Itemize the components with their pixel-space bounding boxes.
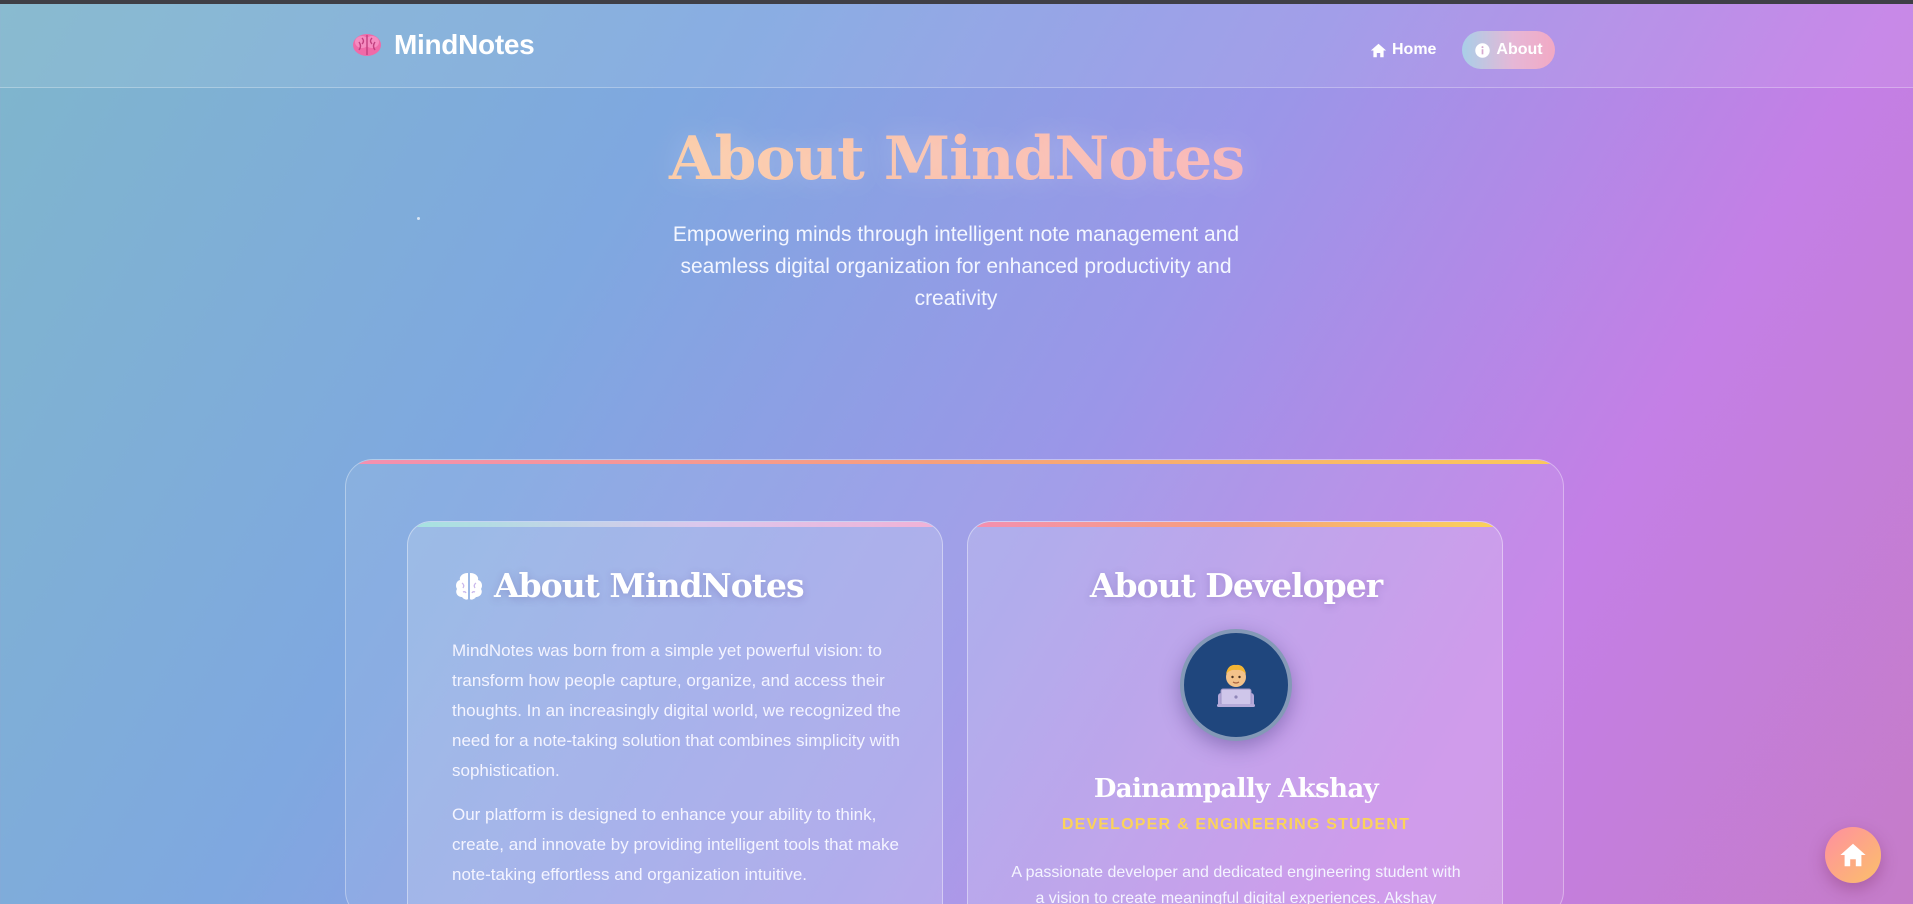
brain-icon xyxy=(353,34,381,56)
home-icon xyxy=(1840,843,1866,867)
about-developer-card: About Developer Dainampally Akshay DEVEL… xyxy=(967,521,1503,904)
developer-name: Dainampally Akshay xyxy=(1093,774,1379,804)
page-title: About MindNotes xyxy=(0,124,1913,194)
nav-home-label: Home xyxy=(1392,41,1437,58)
card-accent-bar xyxy=(408,522,942,527)
developer-description: A passionate developer and dedicated eng… xyxy=(1011,864,1461,904)
about-section-panel: About MindNotes MindNotes was born from … xyxy=(345,459,1564,904)
developer-emoji-icon xyxy=(1217,664,1255,707)
about-mindnotes-heading: About MindNotes xyxy=(452,566,805,605)
about-mindnotes-card: About MindNotes MindNotes was born from … xyxy=(407,521,943,904)
about-paragraph: Our platform is designed to enhance your… xyxy=(452,805,899,884)
nav-about-link[interactable]: About xyxy=(1462,31,1555,69)
nav-home-link[interactable]: Home xyxy=(1366,34,1440,66)
about-paragraph: MindNotes was born from a simple yet pow… xyxy=(452,641,901,780)
brain-icon xyxy=(456,572,482,600)
info-icon xyxy=(1475,42,1491,58)
panel-accent-bar xyxy=(346,460,1563,464)
nav-about-label: About xyxy=(1496,41,1543,58)
scroll-home-button[interactable] xyxy=(1825,827,1881,883)
developer-role: DEVELOPER & ENGINEERING STUDENT xyxy=(1061,816,1411,833)
brand-name: MindNotes xyxy=(394,29,535,60)
card-accent-bar xyxy=(968,522,1502,527)
avatar xyxy=(1180,629,1292,741)
about-developer-heading: About Developer xyxy=(1089,566,1383,605)
decorative-sparkle xyxy=(417,217,420,220)
navbar: MindNotes Home About xyxy=(0,4,1913,88)
home-icon xyxy=(1370,43,1387,57)
page-subtitle: Empowering minds through intelligent not… xyxy=(672,223,1240,310)
brand-logo[interactable]: MindNotes xyxy=(350,28,535,62)
about-mindnotes-heading-text: About MindNotes xyxy=(494,566,805,605)
